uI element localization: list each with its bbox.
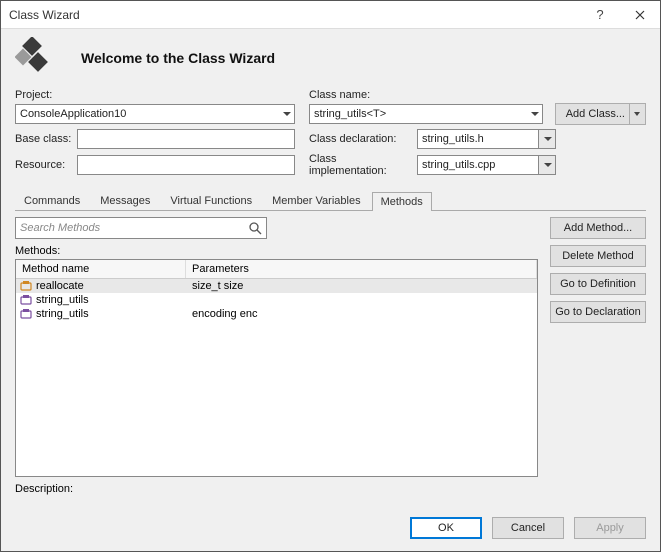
list-item[interactable]: string_utils encoding enc [16, 307, 537, 321]
dialog-footer: OK Cancel Apply [1, 505, 660, 551]
project-combo[interactable]: ConsoleApplication10 [15, 104, 295, 124]
method-name: reallocate [36, 280, 84, 292]
class-name-value: string_utils<T> [314, 108, 386, 120]
header: Welcome to the Class Wizard [1, 29, 660, 89]
help-button[interactable]: ? [580, 1, 620, 29]
class-name-label: Class name: [309, 89, 370, 101]
close-button[interactable] [620, 1, 660, 29]
col-parameters[interactable]: Parameters [186, 260, 537, 278]
method-icon [20, 280, 32, 292]
action-buttons: Add Method... Delete Method Go to Defini… [550, 217, 646, 477]
chevron-down-icon [544, 163, 552, 167]
add-method-button[interactable]: Add Method... [550, 217, 646, 239]
method-name: string_utils [36, 294, 89, 306]
add-class-button[interactable]: Add Class... [555, 103, 630, 125]
class-impl-value: string_utils.cpp [422, 159, 495, 171]
tab-member-variables[interactable]: Member Variables [263, 191, 369, 210]
list-item[interactable]: string_utils [16, 293, 537, 307]
apply-button[interactable]: Apply [574, 517, 646, 539]
base-class-label: Base class: [15, 133, 77, 145]
welcome-heading: Welcome to the Class Wizard [81, 50, 275, 66]
tab-body: Search Methods Methods: Method name Para… [1, 211, 660, 477]
class-decl-dropdown[interactable] [538, 129, 556, 149]
class-name-combo[interactable]: string_utils<T> [309, 104, 543, 124]
delete-method-button[interactable]: Delete Method [550, 245, 646, 267]
methods-label: Methods: [15, 245, 538, 257]
tab-messages[interactable]: Messages [91, 191, 159, 210]
ok-button[interactable]: OK [410, 517, 482, 539]
class-decl-value: string_utils.h [422, 133, 484, 145]
method-name: string_utils [36, 308, 89, 320]
chevron-down-icon [283, 112, 291, 116]
go-to-definition-button[interactable]: Go to Definition [550, 273, 646, 295]
tab-commands[interactable]: Commands [15, 191, 89, 210]
titlebar: Class Wizard ? [1, 1, 660, 29]
col-method-name[interactable]: Method name [16, 260, 186, 278]
wizard-icon [15, 37, 57, 79]
tab-virtual-functions[interactable]: Virtual Functions [161, 191, 261, 210]
class-decl-label: Class declaration: [309, 133, 417, 145]
go-to-declaration-button[interactable]: Go to Declaration [550, 301, 646, 323]
method-icon [20, 308, 32, 320]
add-class-split-button[interactable]: Add Class... [555, 103, 646, 125]
class-impl-combo[interactable]: string_utils.cpp [417, 155, 539, 175]
project-value: ConsoleApplication10 [20, 108, 126, 120]
project-label: Project: [15, 89, 52, 101]
resource-field[interactable] [77, 155, 295, 175]
search-icon [248, 221, 262, 238]
search-input[interactable]: Search Methods [15, 217, 267, 239]
chevron-down-icon [634, 112, 640, 116]
method-params: encoding enc [186, 308, 537, 320]
chevron-down-icon [544, 137, 552, 141]
add-class-dropdown[interactable] [630, 103, 646, 125]
method-icon [20, 294, 32, 306]
form-area: Project: Class name: ConsoleApplication1… [1, 89, 660, 181]
class-wizard-dialog: Class Wizard ? Welcome to the Class Wiza… [0, 0, 661, 552]
base-class-field[interactable] [77, 129, 295, 149]
resource-label: Resource: [15, 159, 77, 171]
list-header: Method name Parameters [16, 260, 537, 279]
class-impl-dropdown[interactable] [538, 155, 556, 175]
class-decl-combo[interactable]: string_utils.h [417, 129, 539, 149]
chevron-down-icon [531, 112, 539, 116]
tab-methods[interactable]: Methods [372, 192, 432, 211]
tab-strip: Commands Messages Virtual Functions Memb… [15, 191, 646, 211]
cancel-button[interactable]: Cancel [492, 517, 564, 539]
search-placeholder: Search Methods [20, 222, 100, 234]
method-params: size_t size [186, 280, 537, 292]
window-title: Class Wizard [9, 8, 580, 22]
list-item[interactable]: reallocate size_t size [16, 279, 537, 293]
methods-list[interactable]: Method name Parameters reallocate size_t … [15, 259, 538, 477]
class-impl-label: Class implementation: [309, 153, 417, 177]
description-label: Description: [1, 477, 660, 495]
